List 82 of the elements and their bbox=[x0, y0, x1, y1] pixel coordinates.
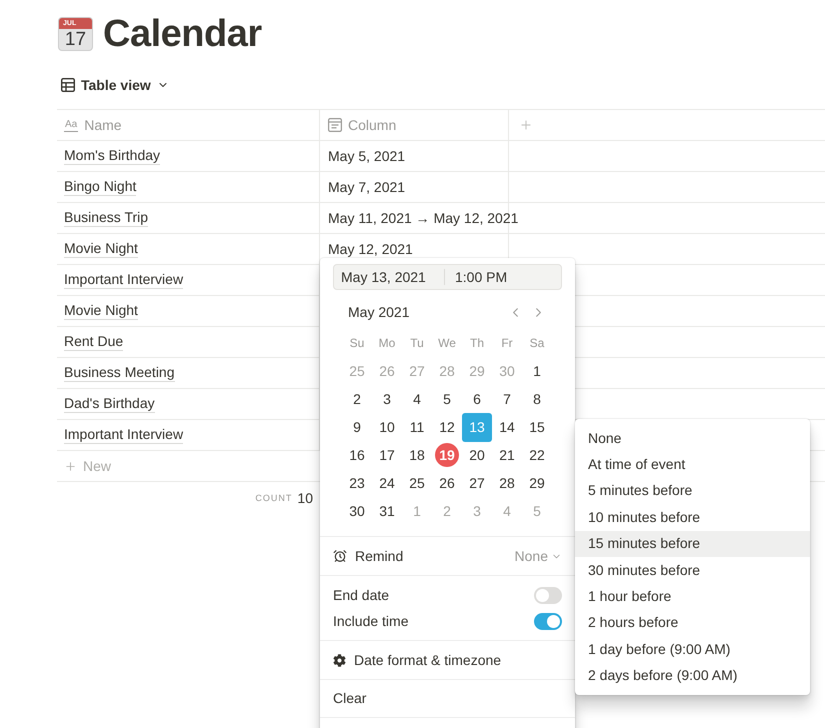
event-date: May 5, 2021 bbox=[328, 148, 406, 164]
weekday-label: Sa bbox=[530, 335, 544, 352]
toggle-label: End date bbox=[333, 586, 390, 604]
calendar-day[interactable]: 23 bbox=[342, 469, 372, 497]
table-grid-icon bbox=[61, 78, 75, 92]
event-name[interactable]: Movie Night bbox=[64, 240, 138, 258]
calendar-day[interactable]: 18 bbox=[402, 441, 432, 469]
plus-icon bbox=[519, 118, 533, 132]
reminder-option[interactable]: 1 hour before bbox=[575, 583, 810, 610]
event-date: May 12, 2021 bbox=[328, 241, 413, 257]
calendar-day[interactable]: 11 bbox=[402, 413, 432, 441]
calendar-day[interactable]: 24 bbox=[372, 469, 402, 497]
calendar-day[interactable]: 3 bbox=[372, 385, 402, 413]
calendar-day[interactable]: 28 bbox=[492, 469, 522, 497]
calendar-day[interactable]: 16 bbox=[342, 441, 372, 469]
weekday-label: We bbox=[438, 335, 456, 352]
calendar-icon bbox=[328, 118, 342, 132]
calendar-day[interactable]: 6 bbox=[462, 385, 492, 413]
page-title: Calendar bbox=[103, 15, 262, 53]
reminder-option[interactable]: 5 minutes before bbox=[575, 478, 810, 504]
time-input[interactable]: 1:00 PM bbox=[445, 266, 508, 288]
month-label: May 2021 bbox=[348, 302, 410, 322]
event-name[interactable]: Bingo Night bbox=[64, 178, 136, 196]
calendar-day[interactable]: 4 bbox=[402, 385, 432, 413]
weekday-label: Fr bbox=[501, 335, 513, 352]
event-name[interactable]: Important Interview bbox=[64, 271, 184, 289]
plus-icon bbox=[64, 460, 77, 472]
calendar-day[interactable]: 31 bbox=[372, 497, 402, 525]
settings-icon bbox=[333, 654, 346, 666]
count-label: COUNT bbox=[255, 492, 292, 505]
calendar-day[interactable]: 1 bbox=[522, 357, 552, 385]
reminder-option[interactable]: 2 hours before bbox=[575, 610, 810, 636]
alarm-clock-icon bbox=[333, 549, 347, 563]
calendar-day[interactable]: 9 bbox=[342, 413, 372, 441]
weekday-label: Mo bbox=[378, 335, 396, 352]
event-name[interactable]: Mom's Birthday bbox=[64, 147, 160, 165]
day-label: 17 bbox=[64, 30, 86, 50]
calendar-day[interactable]: 22 bbox=[522, 441, 552, 469]
reminder-option[interactable]: 30 minutes before bbox=[575, 556, 810, 584]
weekday-label: Th bbox=[470, 335, 484, 352]
calendar-day[interactable]: 10 bbox=[372, 413, 402, 441]
calendar-day[interactable]: 20 bbox=[462, 441, 492, 469]
calendar-day[interactable]: 25 bbox=[402, 469, 432, 497]
calendar-day[interactable]: 14 bbox=[492, 413, 522, 441]
calendar-day[interactable]: 21 bbox=[492, 441, 522, 469]
calendar-day[interactable]: 17 bbox=[372, 441, 402, 469]
calendar-day[interactable]: 8 bbox=[522, 385, 552, 413]
date-time-field[interactable]: May 13, 2021 1:00 PM bbox=[333, 264, 562, 290]
calendar-day[interactable]: 26 bbox=[432, 469, 462, 497]
reminder-option[interactable]: 1 day before (9:00 AM) bbox=[575, 636, 810, 663]
reminder-option[interactable]: 10 minutes before bbox=[575, 504, 810, 531]
event-date: May 11, 2021 → May 12, 2021 bbox=[328, 210, 518, 226]
clear-button[interactable]: Clear bbox=[333, 688, 366, 709]
event-name[interactable]: Business Trip bbox=[64, 209, 148, 227]
calendar-day[interactable]: 29 bbox=[522, 469, 552, 497]
calendar-day[interactable]: 5 bbox=[432, 385, 462, 413]
event-name[interactable]: Rent Due bbox=[64, 333, 124, 351]
reminder-option[interactable]: 15 minutes before bbox=[575, 530, 810, 557]
date-input[interactable]: May 13, 2021 bbox=[334, 269, 445, 285]
calendar-day[interactable]: 30 bbox=[342, 497, 372, 525]
calendar-day[interactable]: 12 bbox=[432, 413, 462, 441]
calendar-day[interactable]: 7 bbox=[492, 385, 522, 413]
event-name[interactable]: Business Meeting bbox=[64, 364, 175, 382]
reminder-option[interactable]: None bbox=[575, 425, 810, 452]
calendar-day[interactable]: 2 bbox=[342, 385, 372, 413]
event-name[interactable]: Important Interview bbox=[64, 426, 184, 444]
calendar-day[interactable]: 15 bbox=[522, 413, 552, 441]
event-name[interactable]: Movie Night bbox=[64, 302, 138, 320]
remind-label: Remind bbox=[355, 546, 404, 566]
weekday-label: Tu bbox=[410, 335, 424, 352]
toggle-label: Include time bbox=[333, 612, 408, 630]
count-value: 10 bbox=[297, 489, 313, 508]
event-name[interactable]: Dad's Birthday bbox=[64, 395, 155, 413]
weekday-label: Su bbox=[350, 335, 364, 352]
date-format-button[interactable]: Date format & timezone bbox=[333, 650, 502, 670]
event-date: May 7, 2021 bbox=[328, 179, 406, 195]
calendar-day[interactable]: 27 bbox=[462, 469, 492, 497]
reminder-option[interactable]: At time of event bbox=[575, 451, 810, 478]
toggle-switch[interactable] bbox=[534, 612, 562, 630]
reminder-option[interactable]: 2 days before (9:00 AM) bbox=[575, 662, 810, 689]
toggle-switch[interactable] bbox=[534, 586, 562, 604]
view-switcher-button[interactable]: Table view bbox=[61, 73, 169, 97]
